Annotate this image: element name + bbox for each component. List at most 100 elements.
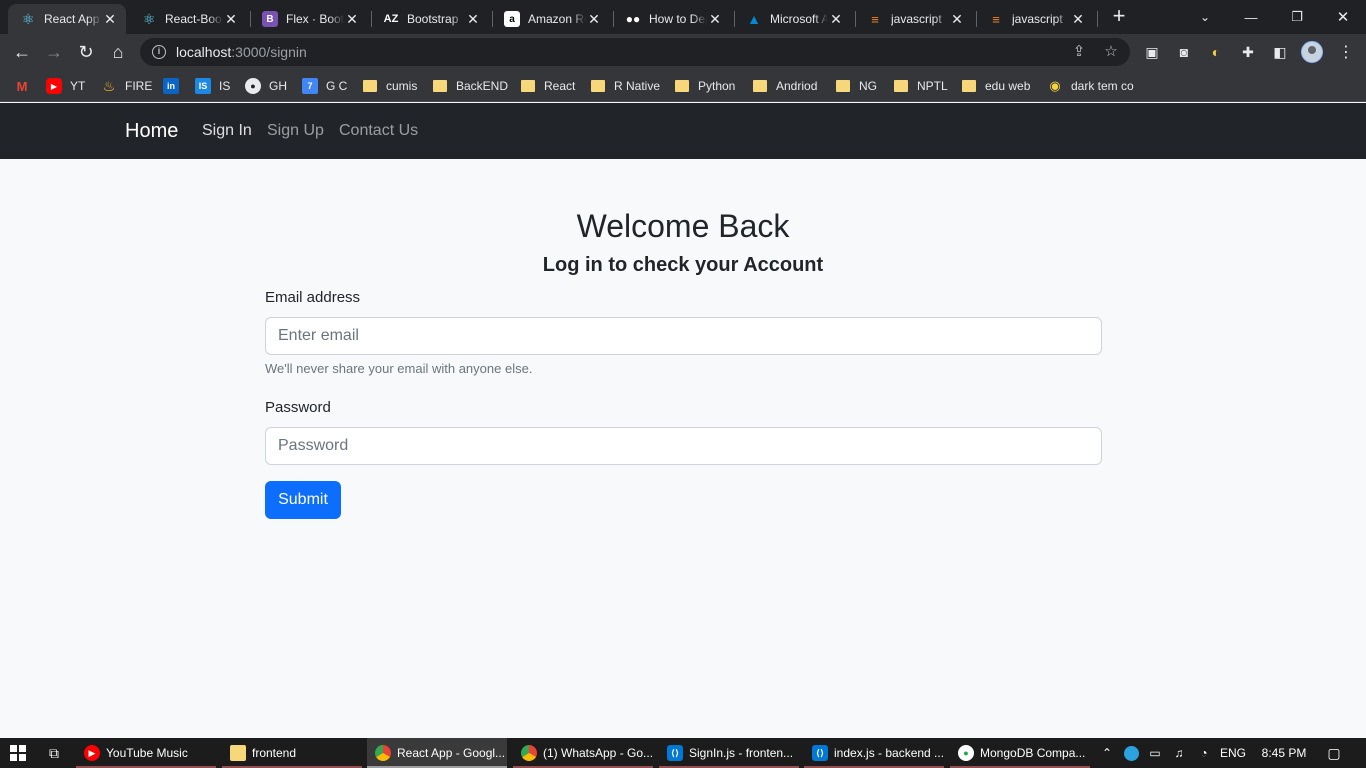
bookmark-yt[interactable]: ▶ YT <box>46 76 85 96</box>
close-icon[interactable]: ✕ <box>102 11 118 28</box>
taskbar-app-label: (1) WhatsApp - Go... <box>543 746 653 760</box>
tab-search-chevron-icon[interactable]: ⌄ <box>1182 0 1228 34</box>
battery-icon[interactable]: ▭ <box>1146 738 1164 768</box>
nav-link-sign-in[interactable]: Sign In <box>202 122 252 140</box>
bookmark-label: R Native <box>614 79 661 93</box>
taskbar-app-frontend[interactable]: frontend <box>222 738 362 768</box>
back-arrow-icon[interactable]: ← <box>9 39 35 65</box>
tab-javascript-2[interactable]: ≡ javascript ✕ <box>976 4 1094 34</box>
bookmark-dark-tem-co[interactable]: ◉ dark tem co <box>1047 76 1134 96</box>
restore-icon[interactable]: ❐ <box>1274 0 1320 34</box>
bookmark-folder-edu-web[interactable]: edu web <box>961 76 1030 96</box>
folder-icon <box>362 78 378 94</box>
tab-react-app[interactable]: ⚛ React App ✕ <box>8 4 126 34</box>
bookmark-folder-backend[interactable]: BackEND <box>432 76 508 96</box>
bookmark-label: YT <box>70 79 86 93</box>
tab-bootstrap[interactable]: AZ Bootstrap ✕ <box>371 4 489 34</box>
taskbar-app-youtube-music[interactable]: ▶ YouTube Music <box>76 738 216 768</box>
language-indicator[interactable]: ENG <box>1218 738 1248 768</box>
bookmark-folder-ng[interactable]: NG <box>835 76 877 96</box>
bookmark-folder-python[interactable]: Python <box>674 76 735 96</box>
bookmark-fire[interactable]: ♨ FIRE <box>101 76 153 96</box>
bookmark-gh[interactable]: ● GH <box>245 76 287 96</box>
bookmark-label: GH <box>269 79 287 93</box>
address-bar[interactable]: i localhost:3000/signin ⇪ ☆ <box>140 38 1130 66</box>
profile-avatar[interactable] <box>1301 41 1323 63</box>
navbar-brand-home[interactable]: Home <box>125 120 178 143</box>
browser-toolbar: ← → ↻ ⌂ i localhost:3000/signin ⇪ ☆ ▣ ◙ … <box>0 34 1366 70</box>
close-icon[interactable]: ✕ <box>465 11 481 28</box>
bookmark-linkedin[interactable]: in <box>163 76 179 96</box>
bookmark-star-icon[interactable]: ☆ <box>1102 43 1120 61</box>
tab-title: Microsoft Azure <box>770 12 828 26</box>
bookmark-gmail[interactable]: M <box>14 76 30 96</box>
bookmark-is[interactable]: IS IS <box>195 76 230 96</box>
password-field[interactable] <box>265 427 1102 465</box>
bookmark-folder-nptl[interactable]: NPTL <box>893 76 948 96</box>
taskbar-app-signin-vscode[interactable]: ⟨⟩ SignIn.js - fronten... <box>659 738 799 768</box>
reload-icon[interactable]: ↻ <box>73 39 99 65</box>
volume-icon[interactable]: ♫ <box>1170 738 1188 768</box>
new-tab-plus-icon[interactable]: + <box>1109 5 1129 28</box>
folder-icon <box>835 78 851 94</box>
bookmark-label: IS <box>219 79 231 93</box>
extensions-puzzle-icon[interactable]: ✚ <box>1238 42 1258 62</box>
close-icon[interactable]: ✕ <box>828 11 844 28</box>
folder-icon <box>432 78 448 94</box>
reading-mode-icon[interactable]: ▣ <box>1142 42 1162 62</box>
tab-how-to-deploy[interactable]: ●● How to Deploy ✕ <box>613 4 731 34</box>
side-panel-icon[interactable]: ◧ <box>1270 42 1290 62</box>
camera-icon[interactable]: ◙ <box>1174 42 1194 62</box>
tab-react-bootstrap[interactable]: ⚛ React-Bootstrap ✕ <box>129 4 247 34</box>
taskbar-app-index-vscode[interactable]: ⟨⟩ index.js - backend ... <box>804 738 944 768</box>
taskbar-app-mongodb-compass[interactable]: ● MongoDB Compa... <box>950 738 1090 768</box>
email-field[interactable] <box>265 317 1102 355</box>
bootstrap-icon: B <box>262 11 278 27</box>
share-icon[interactable]: ⇪ <box>1070 43 1088 61</box>
submit-button[interactable]: Submit <box>265 481 341 519</box>
site-info-icon[interactable]: i <box>152 45 166 59</box>
close-icon[interactable]: ✕ <box>223 11 239 28</box>
bookmark-label: edu web <box>985 79 1031 93</box>
taskbar-app-whatsapp-chrome[interactable]: (1) WhatsApp - Go... <box>513 738 653 768</box>
bookmark-folder-andriod[interactable]: Andriod <box>752 76 817 96</box>
dark-mode-extension-icon[interactable]: ◐ <box>1206 42 1226 62</box>
bookmark-folder-cumis[interactable]: cumis <box>362 76 417 96</box>
close-icon[interactable]: ✕ <box>707 11 723 28</box>
gmail-icon: M <box>16 78 28 94</box>
close-icon[interactable]: ✕ <box>344 11 360 28</box>
taskbar-app-label: SignIn.js - fronten... <box>689 746 794 760</box>
tab-javascript-1[interactable]: ≡ javascript ✕ <box>855 4 973 34</box>
clock-time[interactable]: 8:45 PM <box>1256 738 1312 768</box>
window-close-icon[interactable]: ✕ <box>1320 0 1366 34</box>
tab-microsoft-azure[interactable]: ▲ Microsoft Azure ✕ <box>734 4 852 34</box>
firebase-icon: ♨ <box>102 77 116 94</box>
tab-amazon[interactable]: a Amazon Rekognition ✕ <box>492 4 610 34</box>
nav-link-sign-up[interactable]: Sign Up <box>267 122 324 140</box>
menu-kebab-icon[interactable]: ⋮ <box>1338 42 1354 62</box>
notifications-icon[interactable]: ▢ <box>1322 738 1346 768</box>
folder-icon <box>520 78 536 94</box>
bookmark-label: NPTL <box>917 79 948 93</box>
home-icon[interactable]: ⌂ <box>105 39 131 65</box>
windows-start-icon[interactable] <box>10 745 26 761</box>
tab-flex-bootstrap[interactable]: B Flex · Bootstrap ✕ <box>250 4 368 34</box>
task-view-icon[interactable]: ⧉ <box>44 743 64 763</box>
page-subheading: Log in to check your Account <box>542 254 824 276</box>
bookmark-folder-r-native[interactable]: R Native <box>590 76 660 96</box>
telegram-icon[interactable] <box>1122 738 1140 768</box>
close-icon[interactable]: ✕ <box>949 11 965 28</box>
close-icon[interactable]: ✕ <box>1070 11 1086 28</box>
close-icon[interactable]: ✕ <box>586 11 602 28</box>
nav-link-contact-us[interactable]: Contact Us <box>339 122 418 140</box>
forward-arrow-icon[interactable]: → <box>41 39 67 65</box>
minimize-icon[interactable]: — <box>1228 0 1274 34</box>
bookmark-gc[interactable]: 7 G C <box>302 76 347 96</box>
vscode-icon: ⟨⟩ <box>667 745 683 761</box>
taskbar-app-react-app-chrome[interactable]: React App - Googl... <box>367 738 507 768</box>
bookmark-folder-react[interactable]: React <box>520 76 575 96</box>
wifi-icon[interactable]: ◔ <box>1194 738 1214 768</box>
folder-icon <box>961 78 977 94</box>
tray-chevron-up-icon[interactable]: ⌃ <box>1098 738 1116 768</box>
bookmark-label: dark tem co <box>1071 79 1134 93</box>
